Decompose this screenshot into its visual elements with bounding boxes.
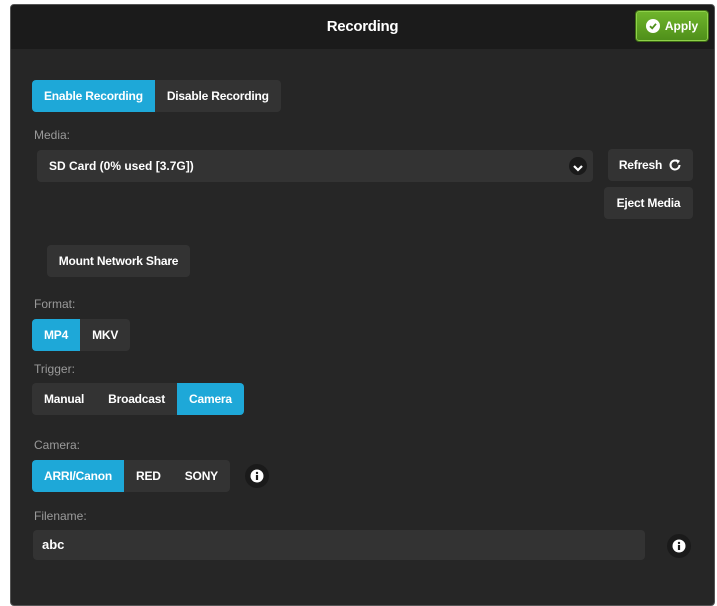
page-title: Recording	[326, 18, 399, 35]
trigger-option-manual[interactable]: Manual	[32, 383, 97, 415]
trigger-label: Trigger:	[34, 362, 75, 376]
apply-button[interactable]: Apply	[636, 11, 708, 41]
apply-label: Apply	[664, 19, 699, 33]
refresh-button[interactable]: Refresh	[608, 149, 693, 181]
format-toggle: MP4 MKV	[32, 319, 131, 351]
disable-recording-option[interactable]: Disable Recording	[154, 80, 281, 112]
media-select[interactable]: SD Card (0% used [3.7G])	[37, 150, 593, 182]
filename-label: Filename:	[34, 509, 87, 523]
chevron-down-icon	[569, 157, 587, 175]
format-option-mkv[interactable]: MKV	[80, 319, 131, 351]
recording-panel: Recording Apply Enable Recording Disable…	[10, 4, 715, 606]
trigger-toggle: Manual Broadcast Camera	[32, 383, 244, 415]
refresh-icon	[668, 158, 682, 172]
eject-media-button[interactable]: Eject Media	[604, 187, 693, 219]
filename-input[interactable]: abc	[33, 530, 645, 560]
media-label: Media:	[34, 128, 71, 142]
enable-recording-option[interactable]: Enable Recording	[32, 80, 155, 112]
recording-toggle: Enable Recording Disable Recording	[32, 80, 281, 112]
camera-label: Camera:	[34, 438, 81, 452]
format-option-mp4[interactable]: MP4	[32, 319, 81, 351]
camera-toggle: ARRI/Canon RED SONY	[32, 460, 230, 492]
check-circle-icon	[645, 19, 660, 33]
info-icon[interactable]	[667, 534, 691, 558]
camera-option-sony[interactable]: SONY	[172, 460, 230, 492]
info-icon[interactable]	[245, 464, 269, 488]
format-label: Format:	[34, 297, 76, 311]
camera-option-red[interactable]: RED	[124, 460, 173, 492]
mount-network-share-button[interactable]: Mount Network Share	[47, 245, 190, 277]
trigger-option-camera[interactable]: Camera	[177, 383, 244, 415]
media-selected-value: SD Card (0% used [3.7G])	[49, 159, 194, 173]
trigger-option-broadcast[interactable]: Broadcast	[96, 383, 178, 415]
refresh-label: Refresh	[618, 158, 663, 172]
camera-option-arri-canon[interactable]: ARRI/Canon	[32, 460, 124, 492]
